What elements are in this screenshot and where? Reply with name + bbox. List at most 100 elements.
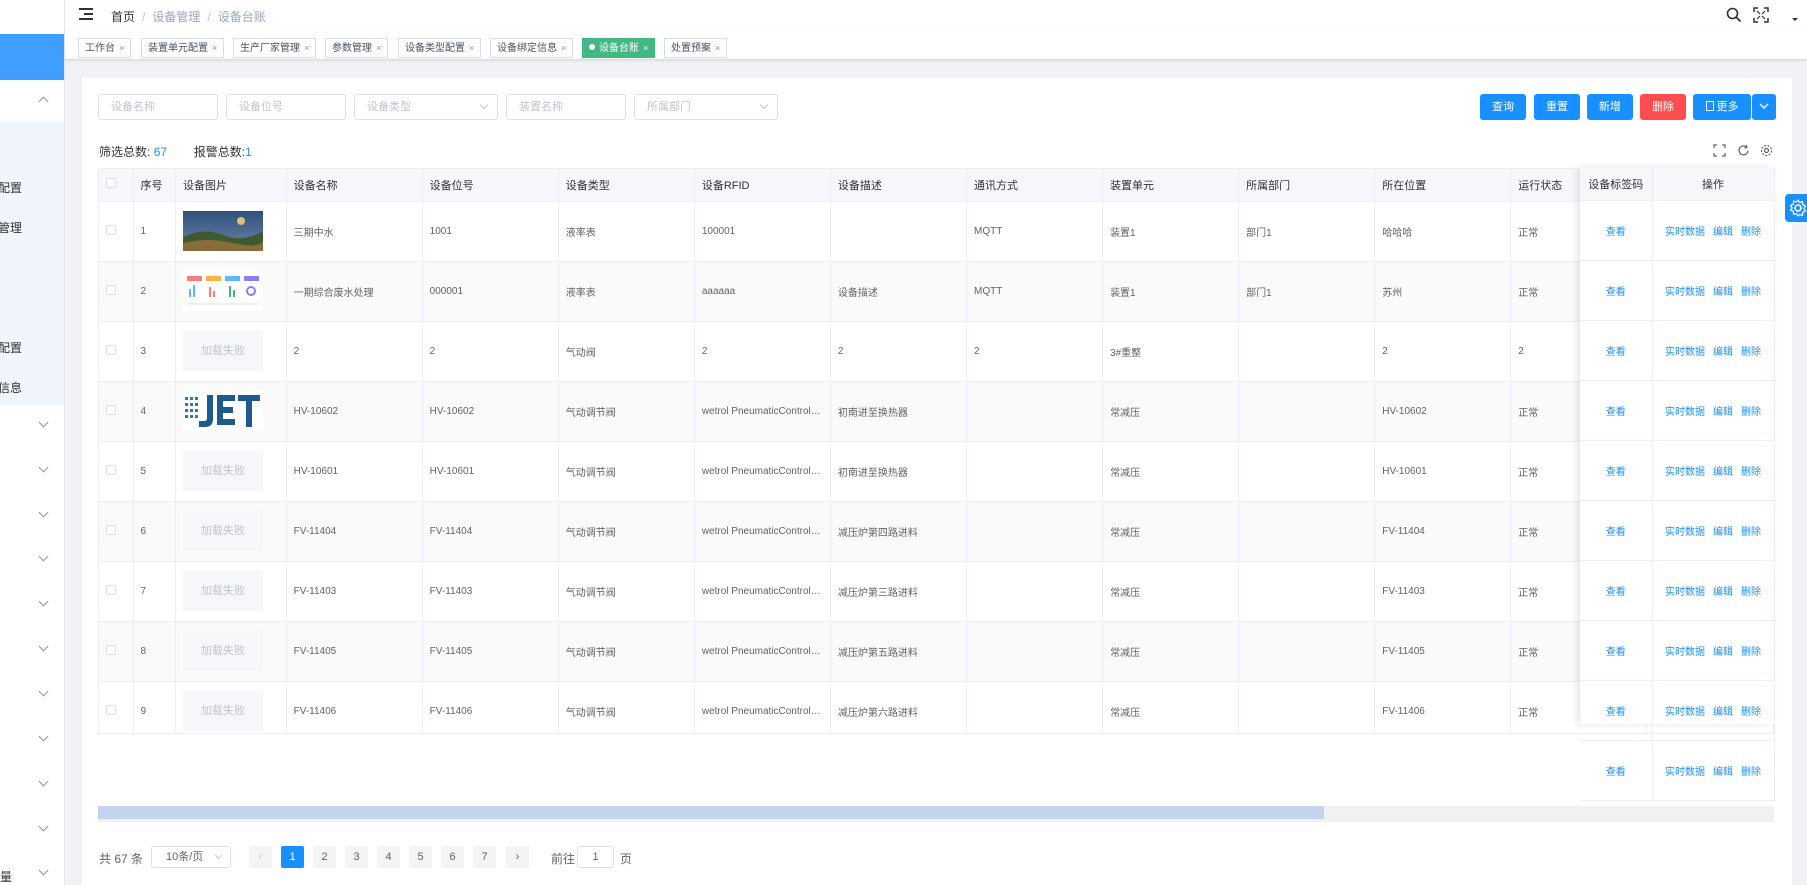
view-link[interactable]: 查看 <box>1606 527 1626 538</box>
delete-link[interactable]: 删除 <box>1741 707 1761 718</box>
fullscreen-icon[interactable] <box>1713 144 1726 157</box>
breadcrumb-home[interactable]: 首页 <box>111 10 135 24</box>
close-icon[interactable]: × <box>469 43 474 53</box>
scrollbar-thumb[interactable] <box>98 806 1324 819</box>
realtime-data-link[interactable]: 实时数据 <box>1665 467 1705 478</box>
close-icon[interactable]: × <box>643 43 648 53</box>
refresh-icon[interactable] <box>1737 144 1750 157</box>
page-button[interactable]: 1 <box>281 846 304 868</box>
close-icon[interactable]: × <box>119 43 124 53</box>
tag-device-ledger[interactable]: 设备台账 × <box>582 38 656 58</box>
device-name-input[interactable] <box>99 95 217 119</box>
page-button[interactable]: 5 <box>409 846 432 868</box>
row-select-cell[interactable] <box>99 321 134 382</box>
chevron-up-icon[interactable] <box>38 96 49 107</box>
page-button[interactable]: 4 <box>377 846 400 868</box>
realtime-data-link[interactable]: 实时数据 <box>1665 647 1705 658</box>
edit-link[interactable]: 编辑 <box>1713 587 1733 598</box>
chevron-down-icon[interactable] <box>38 641 49 652</box>
horizontal-scrollbar[interactable] <box>98 806 1774 822</box>
view-link[interactable]: 查看 <box>1606 407 1626 418</box>
unit-name-field[interactable] <box>506 94 626 120</box>
chevron-down-icon[interactable] <box>38 686 49 697</box>
delete-link[interactable]: 删除 <box>1741 227 1761 238</box>
chevron-down-icon[interactable] <box>38 821 49 832</box>
sidebar-item-label[interactable]: 量 <box>0 868 12 885</box>
row-checkbox[interactable] <box>106 644 116 655</box>
page-button[interactable]: 7 <box>473 846 496 868</box>
row-select-cell[interactable] <box>99 261 134 322</box>
delete-link[interactable]: 删除 <box>1741 767 1761 778</box>
device-type-select[interactable] <box>354 94 498 120</box>
realtime-data-link[interactable]: 实时数据 <box>1665 227 1705 238</box>
device-name-field[interactable] <box>98 94 218 120</box>
realtime-data-link[interactable]: 实时数据 <box>1665 347 1705 358</box>
table-row[interactable]: 5 加载失败 HV-10601 HV-10601 气动调节阀 wetrol Pneumat… <box>99 441 1773 502</box>
view-link[interactable]: 查看 <box>1606 707 1626 718</box>
fullscreen-icon[interactable] <box>1753 7 1769 23</box>
close-icon[interactable]: × <box>715 43 720 53</box>
delete-link[interactable]: 删除 <box>1741 287 1761 298</box>
view-link[interactable]: 查看 <box>1606 287 1626 298</box>
realtime-data-link[interactable]: 实时数据 <box>1665 287 1705 298</box>
view-link[interactable]: 查看 <box>1606 227 1626 238</box>
select-all-cell[interactable] <box>99 169 134 202</box>
caret-down-icon[interactable] <box>1791 17 1799 23</box>
row-checkbox[interactable] <box>106 404 116 415</box>
view-link[interactable]: 查看 <box>1606 467 1626 478</box>
page-button[interactable]: 3 <box>345 846 368 868</box>
tag-device-type[interactable]: 设备类型配置 × <box>398 38 482 58</box>
row-select-cell[interactable] <box>99 561 134 622</box>
row-select-cell[interactable] <box>99 681 134 733</box>
device-thumbnail[interactable] <box>183 211 264 251</box>
table-row[interactable]: 3 加载失败 2 2 气动阀 2 2 2 3#重整 2 2 <box>99 321 1773 382</box>
prev-page-button[interactable]: ‹ <box>249 846 272 868</box>
search-icon[interactable] <box>1726 7 1742 23</box>
page-size-select[interactable]: 10条/页 <box>151 846 231 868</box>
edit-link[interactable]: 编辑 <box>1713 707 1733 718</box>
realtime-data-link[interactable]: 实时数据 <box>1665 587 1705 598</box>
department-select[interactable] <box>634 94 778 120</box>
edit-link[interactable]: 编辑 <box>1713 227 1733 238</box>
edit-link[interactable]: 编辑 <box>1713 407 1733 418</box>
tag-unit-config[interactable]: 装置单元配置 × <box>141 38 225 58</box>
row-select-cell[interactable] <box>99 381 134 442</box>
row-checkbox[interactable] <box>106 584 116 595</box>
table-row[interactable]: 1 三期中水 1001 液率表 100001 MQTT 装置1 部门1 哈哈哈 正常 <box>99 201 1773 262</box>
page-button[interactable]: 6 <box>441 846 464 868</box>
tag-device-binding[interactable]: 设备绑定信息 × <box>490 38 574 58</box>
view-link[interactable]: 查看 <box>1606 767 1626 778</box>
realtime-data-link[interactable]: 实时数据 <box>1665 527 1705 538</box>
table-row[interactable]: 9 加载失败 FV-11406 FV-11406 气动调节阀 wetrol Pneumat… <box>99 681 1773 733</box>
more-dropdown-button[interactable] <box>1752 94 1776 120</box>
row-select-cell[interactable] <box>99 501 134 562</box>
row-select-cell[interactable] <box>99 201 134 262</box>
chevron-down-icon[interactable] <box>38 462 49 473</box>
row-checkbox[interactable] <box>106 344 116 355</box>
chevron-down-icon[interactable] <box>38 776 49 787</box>
table-row[interactable]: 2 一期综合废水处理 000001 液率表 aaaaaa 设备描述 MQTT 装置1 部门1 苏州… <box>99 261 1773 322</box>
sidebar-item-label[interactable]: 配置 <box>0 179 22 196</box>
chevron-down-icon[interactable] <box>38 551 49 562</box>
breadcrumb-device-management[interactable]: 设备管理 <box>152 10 200 24</box>
delete-link[interactable]: 删除 <box>1741 347 1761 358</box>
tag-params[interactable]: 参数管理 × <box>325 38 389 58</box>
view-link[interactable]: 查看 <box>1606 587 1626 598</box>
sidebar-item-label[interactable]: 配置 <box>0 339 22 356</box>
delete-link[interactable]: 删除 <box>1741 467 1761 478</box>
edit-link[interactable]: 编辑 <box>1713 347 1733 358</box>
delete-link[interactable]: 删除 <box>1741 407 1761 418</box>
close-icon[interactable]: × <box>376 43 381 53</box>
delete-link[interactable]: 删除 <box>1741 647 1761 658</box>
tag-disposal-plan[interactable]: 处置预案 × <box>664 38 728 58</box>
chevron-down-icon[interactable] <box>38 731 49 742</box>
settings-float-button[interactable] <box>1785 194 1807 222</box>
close-icon[interactable]: × <box>561 43 566 53</box>
realtime-data-link[interactable]: 实时数据 <box>1665 767 1705 778</box>
reset-button[interactable]: 重置 <box>1534 94 1580 120</box>
table-row[interactable]: 7 加载失败 FV-11403 FV-11403 气动调节阀 wetrol Pneumat… <box>99 561 1773 622</box>
device-thumbnail[interactable] <box>183 271 264 311</box>
gear-icon[interactable] <box>1760 144 1773 157</box>
edit-link[interactable]: 编辑 <box>1713 527 1733 538</box>
row-checkbox[interactable] <box>106 224 116 235</box>
